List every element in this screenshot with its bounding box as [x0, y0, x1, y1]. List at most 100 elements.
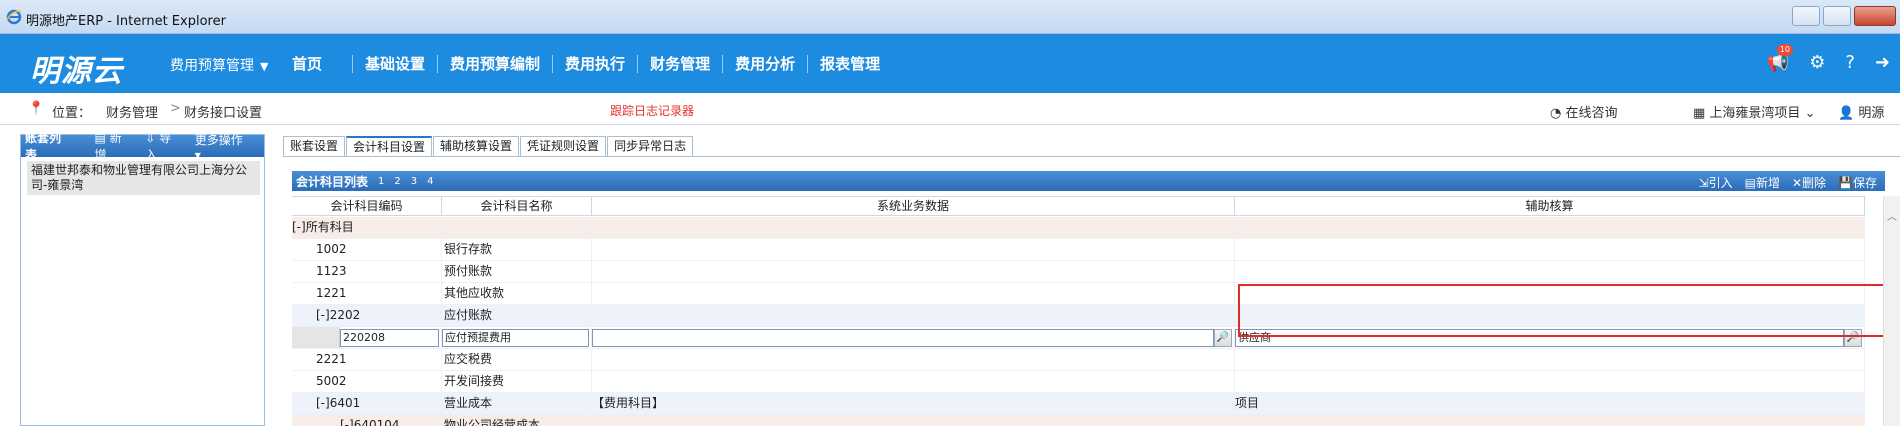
account-name-input[interactable]: 应付预提费用: [442, 329, 589, 347]
cell-code[interactable]: [-]2202: [292, 305, 442, 326]
breadcrumb: 📍 位置： 财务管理 > 财务接口设置 跟踪日志记录器 ◔ 在线咨询 ▦ 上海雍…: [0, 93, 1900, 125]
cell-aux: [1235, 349, 1865, 370]
col-business-data[interactable]: 系统业务数据: [592, 197, 1235, 215]
ledger-item[interactable]: 福建世邦泰和物业管理有限公司上海分公司-雍景湾: [27, 161, 260, 195]
delete-button[interactable]: ✕删除: [1792, 174, 1826, 191]
tab-aux-settings[interactable]: 辅助核算设置: [433, 136, 520, 156]
nav-expense-execution[interactable]: 费用执行: [553, 53, 637, 74]
ledger-more-button[interactable]: 更多操作 ▾: [195, 131, 252, 162]
cell-biz: [592, 261, 1235, 282]
project-selector[interactable]: ▦ 上海雍景湾项目 ⌄: [1693, 102, 1815, 121]
logout-icon[interactable]: ➜: [1875, 52, 1890, 73]
business-data-input[interactable]: [592, 329, 1214, 347]
cell-code[interactable]: [-]6401: [292, 393, 442, 414]
account-grid-title: 会计科目列表: [296, 174, 369, 189]
grid-toolbar: ⇲引入 ▤新增 ✕删除 💾保存: [1699, 174, 1877, 191]
save-label: 保存: [1852, 176, 1877, 190]
cell-biz: [592, 239, 1235, 260]
cell-aux: [1235, 239, 1865, 260]
row-indent: [292, 327, 340, 348]
window-title: 明源地产ERP - Internet Explorer: [26, 14, 226, 29]
cell-aux: 项目: [1235, 393, 1865, 414]
close-window-button[interactable]: [1854, 6, 1896, 26]
cell: [592, 217, 1235, 238]
tab-account-settings[interactable]: 会计科目设置: [346, 136, 433, 156]
ledger-import-button[interactable]: ⇩ 导入: [145, 129, 182, 163]
tab-sync-error-log[interactable]: 同步异常日志: [607, 136, 694, 156]
cell-code: 1123: [292, 261, 442, 282]
table-row[interactable]: [-]640104 物业公司经营成本: [292, 415, 1865, 426]
col-aux-accounting[interactable]: 辅助核算: [1235, 197, 1865, 215]
breadcrumb-current: 财务接口设置: [184, 106, 263, 121]
table-row[interactable]: [-]所有科目: [292, 217, 1865, 239]
col-account-code[interactable]: 会计科目编码: [292, 197, 442, 215]
ledger-new-button[interactable]: ▤ 新增: [95, 129, 134, 163]
nav-finance[interactable]: 财务管理: [638, 53, 722, 74]
notification-icon[interactable]: 📢 10: [1767, 44, 1793, 73]
minimize-button[interactable]: [1792, 6, 1820, 26]
settings-tabs: 账套设置 会计科目设置 辅助核算设置 凭证规则设置 同步异常日志: [283, 136, 694, 156]
app-header: 明源云 费用预算管理 ▼ 首页 基础设置 费用预算编制 费用执行 财务管理 费用分…: [0, 34, 1900, 93]
nav-reports[interactable]: 报表管理: [808, 53, 892, 74]
cell-name: 应付预提费用: [442, 327, 592, 348]
business-data-lookup-icon[interactable]: 🔎: [1214, 329, 1232, 347]
maximize-button[interactable]: [1823, 6, 1851, 26]
ledger-list-panel: 账套列表 ▤ 新增 ⇩ 导入 更多操作 ▾ 福建世邦泰和物业管理有限公司上海分公…: [20, 131, 265, 426]
cell-code[interactable]: [-]640104: [292, 415, 442, 426]
table-row[interactable]: 1002 银行存款: [292, 239, 1865, 261]
account-code-input[interactable]: 220208: [340, 329, 439, 347]
vertical-scrollbar[interactable]: ︿: [1883, 196, 1900, 426]
col-account-name[interactable]: 会计科目名称: [442, 197, 592, 215]
nav-budget-planning[interactable]: 费用预算编制: [438, 53, 552, 74]
cell-code: 2221: [292, 349, 442, 370]
module-menu-label: 费用预算管理: [170, 58, 254, 74]
import-button[interactable]: ⇲引入: [1699, 174, 1733, 191]
page-link-3[interactable]: 3: [411, 176, 417, 187]
gear-icon[interactable]: ⚙: [1809, 52, 1825, 73]
delete-label: 删除: [1802, 176, 1827, 190]
notification-badge: 10: [1776, 44, 1793, 56]
ledger-list-header: 账套列表 ▤ 新增 ⇩ 导入 更多操作 ▾: [21, 131, 264, 162]
cell-code: 5002: [292, 371, 442, 392]
cell: [1235, 415, 1865, 426]
cell-biz: [592, 283, 1235, 304]
nav-home[interactable]: 首页: [280, 53, 352, 74]
page-link-4[interactable]: 4: [427, 176, 433, 187]
table-row[interactable]: 2221 应交税费: [292, 349, 1865, 371]
online-consult-link[interactable]: ◔ 在线咨询: [1550, 102, 1618, 121]
user-name: 明源: [1858, 106, 1885, 121]
new-button[interactable]: ▤新增: [1745, 174, 1780, 191]
cell-name: 其他应收款: [442, 283, 592, 304]
breadcrumb-finance[interactable]: 财务管理: [106, 102, 158, 121]
nav-expense-analysis[interactable]: 费用分析: [723, 53, 807, 74]
cell-biz: 【费用科目】: [592, 393, 1235, 414]
logo: 明源云: [30, 54, 123, 89]
cell: [592, 415, 1235, 426]
module-menu[interactable]: 费用预算管理 ▼: [170, 55, 268, 75]
help-icon[interactable]: ?: [1845, 52, 1855, 73]
nav-basic-settings[interactable]: 基础设置: [353, 53, 437, 74]
account-grid-header: 会计科目列表 1 2 3 4 ⇲引入 ▤新增 ✕删除 💾保存: [292, 171, 1885, 191]
table-row[interactable]: [-]6401 营业成本 【费用科目】 项目: [292, 393, 1865, 415]
tab-underline: [283, 156, 1900, 157]
scroll-up-icon[interactable]: ︿: [1887, 208, 1897, 223]
cell-biz: [592, 371, 1235, 392]
save-button[interactable]: 💾保存: [1838, 174, 1877, 191]
table-row[interactable]: 5002 开发间接费: [292, 371, 1865, 393]
page-link-2[interactable]: 2: [394, 176, 400, 187]
location-pin-icon: 📍: [28, 101, 45, 116]
tab-ledger-settings[interactable]: 账套设置: [283, 136, 346, 156]
highlight-annotation: [1238, 284, 1900, 337]
tab-voucher-rules[interactable]: 凭证规则设置: [520, 136, 607, 156]
page-link-1[interactable]: 1: [378, 176, 384, 187]
ledger-import-label: 导入: [145, 131, 172, 162]
table-row[interactable]: 1123 预付账款: [292, 261, 1865, 283]
breadcrumb-separator: >: [170, 101, 181, 116]
cell: [1235, 217, 1865, 238]
import-label: 引入: [1708, 176, 1733, 190]
cell-name: 营业成本: [442, 393, 592, 414]
root-node[interactable]: [-]所有科目: [292, 217, 442, 238]
user-menu[interactable]: 👤 明源: [1838, 102, 1884, 121]
cell-name: 物业公司经营成本: [442, 415, 592, 426]
trace-log-link[interactable]: 跟踪日志记录器: [610, 102, 694, 119]
